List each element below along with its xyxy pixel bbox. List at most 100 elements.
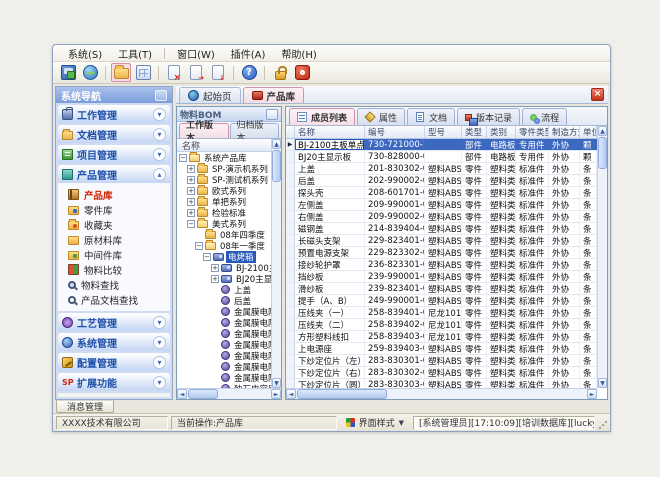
table-row[interactable]: 压线夹（一）258-839401-00E尼龙1010零件塑料类标准件外协条	[286, 307, 597, 319]
network-button[interactable]	[58, 63, 78, 82]
sidebar-item-midware-lib[interactable]: 中间件库	[58, 247, 170, 262]
expand-icon[interactable]: +	[187, 209, 195, 217]
table-row[interactable]: 提手（A、B）249-990001-01E塑料ABS零件塑料类标准件外协条	[286, 295, 597, 307]
tree-node[interactable]: 金属膜电阻器	[177, 361, 271, 372]
detail-tab-documents[interactable]: 文档	[407, 108, 455, 125]
tree-node[interactable]: +检验标准	[177, 207, 271, 218]
column-header[interactable]: 单位	[580, 126, 597, 138]
tree-node[interactable]: +BJ-2100主板单点	[177, 262, 271, 273]
help-button[interactable]	[239, 63, 259, 82]
table-row[interactable]: 上盖201-830302-00E塑料ABS零件塑料类标准件外协条	[286, 163, 597, 175]
tree-node[interactable]: −08年一季度	[177, 240, 271, 251]
scroll-left-button[interactable]: ◄	[286, 389, 296, 399]
table-row[interactable]: 探头壳208-601701-01E塑料ABS零件塑料类标准件外协条	[286, 187, 597, 199]
tree-node[interactable]: 独石电容器	[177, 383, 271, 388]
chevron-up-icon[interactable]: ▴	[153, 168, 166, 181]
tree-node[interactable]: 上盖	[177, 284, 271, 295]
bom-horizontal-scrollbar[interactable]: ◄ ►	[177, 388, 281, 399]
chevron-down-icon[interactable]: ▾	[153, 376, 166, 389]
folder-button[interactable]	[111, 63, 131, 82]
scroll-up-button[interactable]: ▲	[272, 139, 281, 149]
sidebar-item-part-lib[interactable]: 零件库	[58, 202, 170, 217]
sidebar-item-doc-search[interactable]: 产品文档查找	[58, 292, 170, 307]
table-horizontal-scrollbar[interactable]: ◄ ►	[286, 388, 597, 399]
scroll-right-button[interactable]: ►	[587, 389, 597, 399]
menu-item-tools[interactable]: 工具(T)	[111, 45, 159, 62]
scroll-up-button[interactable]: ▲	[598, 126, 607, 136]
column-header[interactable]: 型号	[425, 126, 462, 138]
expand-icon[interactable]: +	[211, 275, 219, 283]
table-row[interactable]: 挡纱板239-990001-01E塑料ABS零件塑料类标准件外协条	[286, 271, 597, 283]
tab-home[interactable]: 起始页	[179, 87, 241, 103]
sidebar-section-work[interactable]: 工作管理▾	[58, 105, 170, 123]
tree-node[interactable]: +BJ20主显示板	[177, 273, 271, 284]
tree-node[interactable]: 金属膜电阻器	[177, 339, 271, 350]
resize-grip[interactable]	[598, 416, 607, 430]
menu-item-plugins[interactable]: 插件(A)	[224, 45, 273, 62]
expand-icon[interactable]: +	[211, 264, 219, 272]
tree-node[interactable]: −电烤箱	[177, 251, 271, 262]
table-row[interactable]: 压线夹（二）258-839402-00E尼龙1010零件塑料类标准件外协条	[286, 319, 597, 331]
sidebar-section-system[interactable]: 系统管理▾	[58, 333, 170, 351]
tree-node[interactable]: 金属膜电阻器	[177, 328, 271, 339]
table-row[interactable]: ▶BJ-2100主板单点730-721000-12E部件电路板专用件外协颗	[286, 139, 597, 151]
scroll-down-button[interactable]: ▼	[272, 378, 281, 388]
table-row[interactable]: 下纱定位片（左）283-830301-00E塑料ABS零件塑料类标准件外协条	[286, 355, 597, 367]
chevron-down-icon[interactable]: ▾	[153, 316, 166, 329]
table-row[interactable]: 滑纱板239-823401-00E塑料ABS零件塑料类标准件外协条	[286, 283, 597, 295]
collapse-icon[interactable]: −	[195, 242, 203, 250]
collapse-icon[interactable]: −	[187, 220, 195, 228]
scroll-right-button[interactable]: ►	[271, 389, 281, 399]
column-header[interactable]: 类型	[462, 126, 487, 138]
scroll-thumb[interactable]	[188, 389, 218, 399]
tree-node[interactable]: −美式系列	[177, 218, 271, 229]
bom-tab-working[interactable]: 工作版本	[179, 123, 229, 138]
detail-tab-members[interactable]: 成员列表	[289, 108, 355, 125]
sidebar-section-project[interactable]: 项目管理▾	[58, 145, 170, 163]
globe-button[interactable]	[80, 63, 100, 82]
sidebar-item-material-lib[interactable]: 原材料库	[58, 232, 170, 247]
column-header[interactable]: 编号	[365, 126, 425, 138]
scroll-thumb[interactable]	[598, 137, 607, 169]
table-row[interactable]: 下纱定位片（右）283-830302-00E塑料ABS零件塑料类标准件外协条	[286, 367, 597, 379]
table-row[interactable]: 接纱轮护罩236-823301-00E塑料ABS零件塑料类标准件外协条	[286, 259, 597, 271]
bom-tab-archived[interactable]: 归档版本	[230, 123, 280, 138]
table-row[interactable]: BJ20主显示板730-828000-04E部件电路板专用件外协颗	[286, 151, 597, 163]
detail-tab-versions[interactable]: 版本记录	[457, 108, 520, 125]
report-out-button[interactable]	[208, 63, 228, 82]
table-row[interactable]: 长磁头支架229-823401-00E塑料ABS零件塑料类标准件外协条	[286, 235, 597, 247]
tree-node[interactable]: 金属膜电阻器	[177, 317, 271, 328]
scroll-left-button[interactable]: ◄	[177, 389, 187, 399]
power-button[interactable]	[292, 63, 312, 82]
tree-node[interactable]: +欧式系列	[177, 185, 271, 196]
table-row[interactable]: 后盖202-990002-01E塑料ABS零件塑料类标准件外协条	[286, 175, 597, 187]
collapse-icon[interactable]: −	[179, 154, 187, 162]
column-header[interactable]: 零件类型	[516, 126, 549, 138]
sidebar-options-button[interactable]	[155, 90, 167, 101]
column-header[interactable]: 类别	[487, 126, 516, 138]
column-header[interactable]: 制造方式	[549, 126, 580, 138]
tree-node[interactable]: 金属膜电阻器	[177, 372, 271, 383]
bom-vertical-scrollbar[interactable]: ▲ ▼	[271, 139, 281, 388]
menu-item-window[interactable]: 窗口(W)	[170, 45, 222, 62]
sidebar-section-document[interactable]: 文档管理▾	[58, 125, 170, 143]
sidebar-section-product[interactable]: 产品管理▴	[58, 165, 170, 183]
chevron-down-icon[interactable]: ▾	[153, 356, 166, 369]
scroll-thumb[interactable]	[297, 389, 387, 399]
menu-item-help[interactable]: 帮助(H)	[274, 45, 323, 62]
detail-tab-flow[interactable]: 流程	[522, 108, 567, 125]
chevron-down-icon[interactable]: ▾	[153, 336, 166, 349]
tree-node[interactable]: 后盖	[177, 295, 271, 306]
table-vertical-scrollbar[interactable]: ▲ ▼	[597, 126, 607, 388]
ui-style-selector[interactable]: 界面样式 ▼	[340, 416, 410, 430]
detail-tab-properties[interactable]: 属性	[357, 108, 405, 125]
table-row[interactable]: 左侧盖209-990001-01E塑料ABS零件塑料类标准件外协条	[286, 199, 597, 211]
expand-icon[interactable]: +	[187, 176, 195, 184]
sidebar-item-product-lib[interactable]: 产品库	[58, 187, 170, 202]
chevron-down-icon[interactable]: ▾	[153, 148, 166, 161]
tree-node[interactable]: +单把系列	[177, 196, 271, 207]
scroll-down-button[interactable]: ▼	[598, 378, 607, 388]
sidebar-section-config[interactable]: 配置管理▾	[58, 353, 170, 371]
sidebar-item-material-search[interactable]: 物料查找	[58, 277, 170, 292]
sidebar-item-favorites[interactable]: 收藏夹	[58, 217, 170, 232]
